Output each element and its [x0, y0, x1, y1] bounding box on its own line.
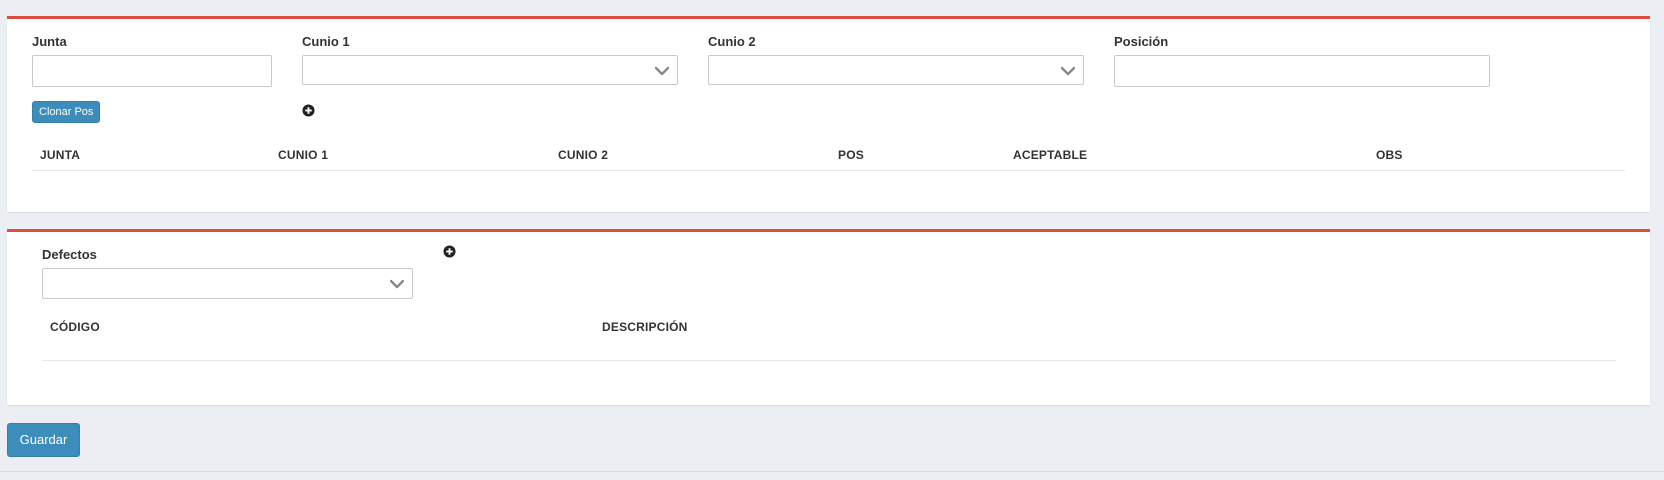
col-codigo: CÓDIGO — [50, 320, 100, 334]
table-divider — [32, 170, 1625, 171]
defectos-select[interactable] — [42, 268, 413, 299]
cunio1-label: Cunio 1 — [302, 34, 350, 49]
col-obs: OBS — [1376, 148, 1403, 162]
posicion-input[interactable] — [1114, 55, 1490, 87]
plus-circle-icon[interactable] — [443, 245, 456, 258]
col-junta: JUNTA — [40, 148, 81, 162]
chevron-down-icon — [655, 66, 669, 76]
col-cunio1: CUNIO 1 — [278, 148, 329, 162]
cunio2-label: Cunio 2 — [708, 34, 756, 49]
col-aceptable: ACEPTABLE — [1013, 148, 1088, 162]
col-descripcion: DESCRIPCIÓN — [602, 320, 688, 334]
cunio1-select[interactable] — [302, 55, 678, 85]
position-panel: Junta Cunio 1 Cunio 2 Posición Clonar Po… — [7, 16, 1650, 212]
chevron-down-icon — [390, 279, 404, 289]
col-cunio2: CUNIO 2 — [558, 148, 609, 162]
defectos-label: Defectos — [42, 247, 97, 262]
col-pos: POS — [838, 148, 864, 162]
footer-divider — [0, 471, 1664, 472]
posicion-label: Posición — [1114, 34, 1169, 49]
junta-label: Junta — [32, 34, 67, 49]
junta-input[interactable] — [32, 55, 272, 87]
plus-circle-icon[interactable] — [302, 104, 315, 117]
table-divider — [42, 360, 1616, 361]
cunio2-select[interactable] — [708, 55, 1084, 85]
clone-position-button[interactable]: Clonar Pos — [32, 101, 101, 123]
defects-panel: Defectos CÓDIGO DESCRIPCIÓN — [7, 229, 1650, 405]
save-button[interactable]: Guardar — [7, 423, 80, 457]
chevron-down-icon — [1061, 66, 1075, 76]
